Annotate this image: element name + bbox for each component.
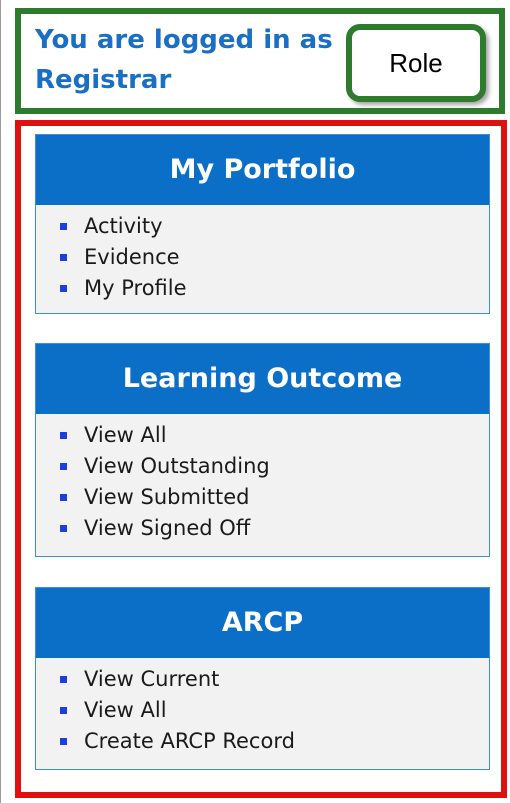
bullet-icon	[60, 738, 67, 745]
panel-learning-outcome: Learning Outcome View All View Outstandi…	[35, 343, 490, 557]
bullet-icon	[60, 707, 67, 714]
bullet-icon	[60, 494, 67, 501]
panel-title: My Portfolio	[36, 135, 489, 205]
menu-item-view-submitted[interactable]: View Submitted	[58, 482, 489, 513]
panel-menu-list: View All View Outstanding View Submitted…	[36, 414, 489, 548]
menu-item-label: View Current	[84, 667, 220, 691]
menu-item-label: View All	[84, 698, 167, 722]
panel-menu-list: View Current View All Create ARCP Record	[36, 658, 489, 761]
bullet-icon	[60, 223, 67, 230]
panel-title: ARCP	[36, 588, 489, 658]
bullet-icon	[60, 676, 67, 683]
role-callout: Role	[346, 24, 486, 102]
bullet-icon	[60, 463, 67, 470]
menu-item-label: My Profile	[84, 276, 187, 300]
menu-item-create-arcp-record[interactable]: Create ARCP Record	[58, 726, 489, 757]
menu-item-view-current[interactable]: View Current	[58, 664, 489, 695]
bullet-icon	[60, 254, 67, 261]
menu-item-view-outstanding[interactable]: View Outstanding	[58, 451, 489, 482]
bullet-icon	[60, 285, 67, 292]
menu-item-label: Activity	[84, 214, 163, 238]
menu-item-view-all-arcp[interactable]: View All	[58, 695, 489, 726]
menu-item-activity[interactable]: Activity	[58, 211, 489, 242]
menu-item-evidence[interactable]: Evidence	[58, 242, 489, 273]
menu-item-label: View Signed Off	[84, 516, 251, 540]
menu-item-label: Evidence	[84, 245, 180, 269]
panel-arcp: ARCP View Current View All Create ARCP R…	[35, 587, 490, 770]
panel-menu-list: Activity Evidence My Profile	[36, 205, 489, 308]
menu-item-label: View Submitted	[84, 485, 250, 509]
menu-item-label: View Outstanding	[84, 454, 270, 478]
menu-item-view-signed-off[interactable]: View Signed Off	[58, 513, 489, 544]
menu-item-my-profile[interactable]: My Profile	[58, 273, 489, 304]
bullet-icon	[60, 525, 67, 532]
page: You are logged in as Registrar Role My P…	[0, 0, 510, 803]
bullet-icon	[60, 432, 67, 439]
panel-title: Learning Outcome	[36, 344, 489, 414]
menu-item-label: Create ARCP Record	[84, 729, 295, 753]
menu-item-label: View All	[84, 423, 167, 447]
logged-in-status: You are logged in as Registrar	[35, 25, 333, 95]
panel-my-portfolio: My Portfolio Activity Evidence My Profil…	[35, 134, 490, 314]
menu-item-view-all[interactable]: View All	[58, 420, 489, 451]
